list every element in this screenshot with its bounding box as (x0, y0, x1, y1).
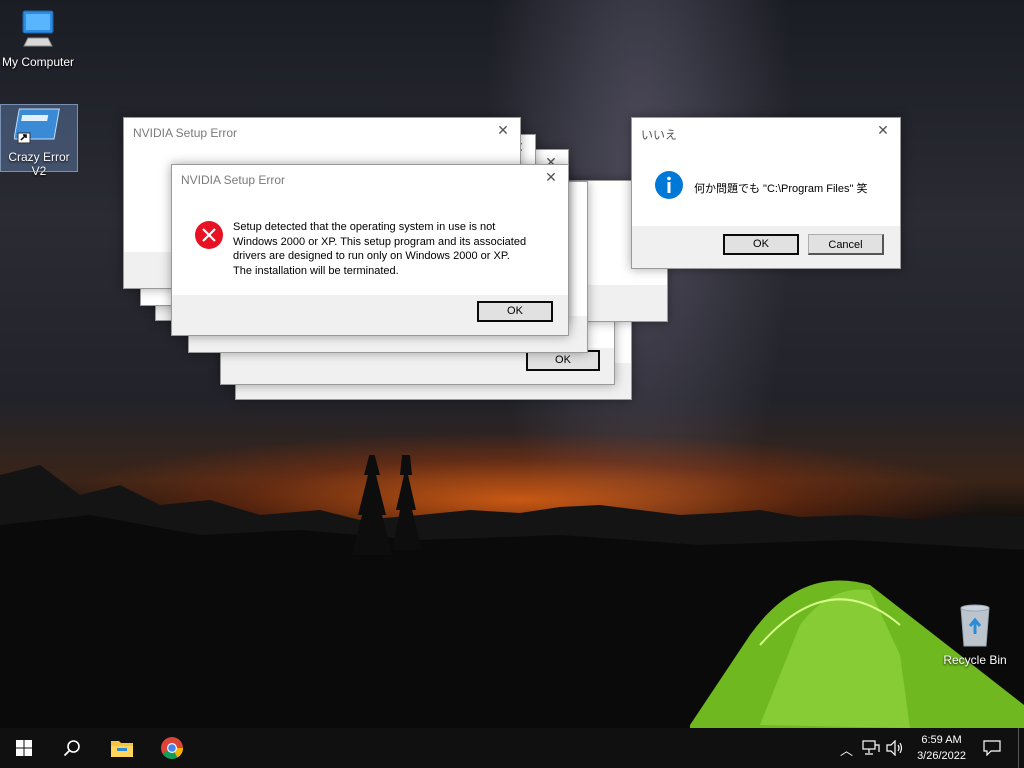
close-icon[interactable]: ✕ (876, 123, 890, 137)
ok-button[interactable]: OK (723, 234, 799, 255)
desktop-icon-crazy-error[interactable]: Crazy Error V2 (0, 104, 78, 178)
message-line: The installation will be terminated. (233, 264, 399, 277)
desktop-icon-label: My Computer (1, 55, 75, 69)
info-message: 何か問題でも "C:\Program Files" 笑 (694, 183, 868, 195)
notifications-icon[interactable] (983, 740, 1001, 756)
ok-button[interactable]: OK (477, 301, 553, 322)
volume-icon[interactable] (886, 740, 904, 756)
search-button[interactable] (48, 728, 96, 768)
landscape-silhouette (0, 455, 1024, 728)
message-line: Setup detected that the operating system… (233, 221, 496, 233)
clock-date: 3/26/2022 (917, 750, 966, 762)
dialog-title: NVIDIA Setup Error (133, 126, 238, 140)
chevron-up-icon[interactable]: ︿ (840, 740, 853, 759)
dialog-title: NVIDIA Setup Error (181, 173, 286, 187)
taskbar-chrome[interactable] (148, 728, 196, 768)
error-x-icon (195, 221, 223, 249)
close-icon[interactable]: ✕ (544, 170, 558, 184)
desktop-icon-label: Crazy Error V2 (8, 150, 70, 178)
info-dialog[interactable]: いいえ ✕ 何か問題でも "C:\Program Files" 笑 OK Can… (631, 117, 901, 269)
clock-time: 6:59 AM (921, 734, 962, 746)
search-icon (63, 740, 80, 757)
ok-button[interactable]: OK (526, 350, 600, 371)
show-desktop-button[interactable] (1018, 728, 1019, 768)
desktop-icon-recycle-bin[interactable]: Recycle Bin (937, 602, 1013, 667)
error-message: Setup detected that the operating system… (233, 220, 553, 278)
start-button[interactable] (0, 728, 48, 768)
crazy-error-icon (13, 108, 60, 144)
desktop-icon-label: Recycle Bin (943, 653, 1007, 667)
recycle-bin-icon (960, 604, 990, 647)
dialog-title: いいえ (641, 128, 678, 142)
cancel-button[interactable]: Cancel (808, 234, 884, 255)
chrome-icon (161, 737, 183, 759)
system-clock[interactable]: 6:59 AM 3/26/2022 (917, 732, 966, 764)
close-icon[interactable]: ✕ (496, 123, 510, 137)
message-line: Windows 2000 or XP. This setup program a… (233, 235, 527, 248)
taskbar-file-explorer[interactable] (98, 728, 146, 768)
computer-icon (22, 10, 54, 47)
info-icon (655, 171, 683, 199)
message-line: drivers are designed to run only on Wind… (233, 250, 510, 262)
nvidia-error-dialog[interactable]: NVIDIA Setup Error ✕ Setup detected that… (171, 164, 569, 336)
windows-start-icon (16, 740, 32, 756)
file-explorer-icon (111, 741, 133, 757)
desktop-icon-my-computer[interactable]: My Computer (0, 8, 76, 69)
network-icon[interactable] (862, 740, 880, 756)
taskbar: ︿ 6:59 AM 3/26/2022 (0, 728, 1024, 768)
